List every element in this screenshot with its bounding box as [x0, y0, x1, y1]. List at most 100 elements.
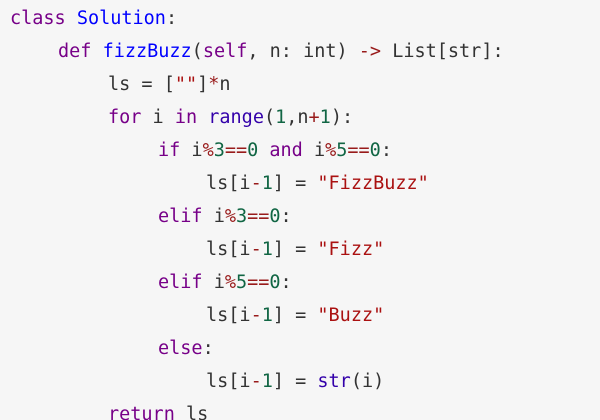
- code-line: ls[i-1] = "FizzBuzz": [0, 167, 600, 200]
- code-token: str: [317, 371, 351, 392]
- code-token: else: [158, 338, 203, 359]
- code-token: Solution: [76, 8, 166, 29]
- code-token: 5: [235, 272, 248, 293]
- code-token: +: [308, 107, 320, 128]
- code-token: ls[i: [206, 371, 251, 392]
- code-line: else:: [0, 332, 600, 365]
- code-token: %: [224, 272, 236, 293]
- code-token: ==: [247, 272, 270, 293]
- code-token: 1: [275, 107, 287, 128]
- code-token: i: [180, 140, 203, 161]
- code-token: 1: [261, 305, 273, 326]
- code-token: def: [58, 41, 92, 62]
- code-token: -: [250, 173, 262, 194]
- code-token: -: [250, 305, 262, 326]
- code-token: 1: [261, 239, 273, 260]
- code-token: ls: [174, 404, 209, 420]
- code-token: int: [303, 41, 337, 62]
- code-token: 0: [269, 206, 281, 227]
- code-token: elif: [158, 206, 203, 227]
- code-token: ==: [224, 140, 248, 161]
- code-token: (i): [350, 371, 385, 392]
- code-token: :: [280, 206, 292, 227]
- code-token: ] =: [272, 305, 318, 326]
- code-token: ls: [108, 74, 131, 95]
- code-token: = [: [130, 74, 175, 95]
- code-token: ]:: [481, 41, 504, 62]
- code-token: ] =: [272, 371, 318, 392]
- code-line: ls[i-1] = "Buzz": [0, 299, 600, 332]
- code-token: and: [269, 140, 303, 161]
- code-line: return ls: [0, 398, 600, 420]
- code-token: ] =: [272, 239, 318, 260]
- code-token: -: [250, 239, 262, 260]
- code-token: i: [141, 107, 175, 128]
- code-token: *: [208, 74, 220, 95]
- code-token: for: [108, 107, 142, 128]
- code-token: %: [325, 140, 337, 161]
- code-line: ls[i-1] = str(i): [0, 365, 600, 398]
- code-token: 0: [369, 140, 381, 161]
- code-token: (: [263, 107, 276, 128]
- code-token: ==: [347, 140, 370, 161]
- code-line: def fizzBuzz(self, n: int) -> List[str]:: [0, 35, 600, 68]
- code-token: , n:: [247, 41, 304, 62]
- code-token: %: [224, 206, 236, 227]
- code-token: in: [174, 107, 198, 128]
- code-line: for i in range(1,n+1):: [0, 101, 600, 134]
- code-token: n: [219, 74, 231, 95]
- code-line: ls[i-1] = "Fizz": [0, 233, 600, 266]
- code-token: (: [191, 41, 203, 62]
- code-token: ): [336, 41, 359, 62]
- code-token: range: [208, 107, 264, 128]
- code-block: class Solution: def fizzBuzz(self, n: int…: [0, 0, 600, 420]
- code-token: i: [202, 272, 225, 293]
- code-token: ->: [358, 41, 382, 62]
- code-token: self: [202, 41, 248, 62]
- code-token: ls[i: [206, 173, 251, 194]
- code-line: elif i%3==0:: [0, 200, 600, 233]
- code-token: fizzBuzz: [102, 41, 192, 62]
- code-token: "Fizz": [317, 239, 385, 260]
- code-token: i: [302, 140, 326, 161]
- code-token: str: [447, 41, 482, 62]
- code-token: ls[i: [206, 239, 251, 260]
- code-token: ] =: [272, 173, 318, 194]
- code-token: "FizzBuzz": [317, 173, 429, 194]
- code-token: %: [202, 140, 214, 161]
- code-token: ls[i: [206, 305, 251, 326]
- code-token: 0: [269, 272, 281, 293]
- code-token: ==: [247, 206, 270, 227]
- code-token: if: [158, 140, 181, 161]
- code-token: List[: [381, 41, 448, 62]
- code-token: :: [280, 272, 292, 293]
- code-token: 3: [213, 140, 225, 161]
- code-token: ,n: [286, 107, 309, 128]
- code-token: 1: [261, 371, 273, 392]
- code-token: -: [250, 371, 262, 392]
- code-token: class: [10, 8, 66, 29]
- code-line: class Solution:: [0, 2, 600, 35]
- code-token: :: [165, 8, 178, 29]
- code-token: "": [174, 74, 198, 95]
- code-token: :: [380, 140, 392, 161]
- code-token: return: [108, 404, 175, 420]
- code-token: ]: [197, 74, 209, 95]
- code-line: if i%3==0 and i%5==0:: [0, 134, 600, 167]
- code-token: ):: [330, 107, 354, 128]
- code-token: 1: [261, 173, 273, 194]
- code-token: 0: [247, 140, 259, 161]
- code-token: 5: [336, 140, 348, 161]
- code-token: "Buzz": [317, 305, 385, 326]
- code-token: i: [202, 206, 225, 227]
- code-token: :: [202, 338, 214, 359]
- code-line: ls = [""]*n: [0, 68, 600, 101]
- code-token: elif: [158, 272, 203, 293]
- code-line: elif i%5==0:: [0, 266, 600, 299]
- code-token: 3: [235, 206, 248, 227]
- code-token: 1: [319, 107, 331, 128]
